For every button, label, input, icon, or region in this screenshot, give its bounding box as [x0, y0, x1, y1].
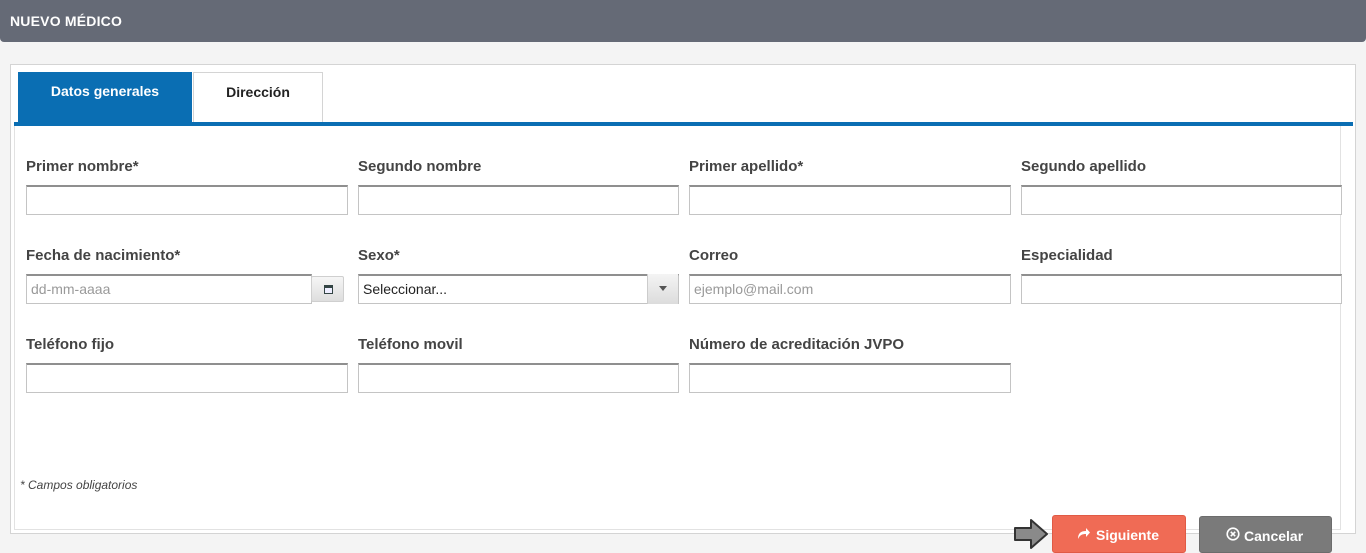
primer-nombre-label: Primer nombre* — [26, 158, 139, 175]
sexo-dropdown-toggle[interactable] — [647, 274, 678, 304]
especialidad-label: Especialidad — [1021, 247, 1113, 264]
page-title: NUEVO MÉDICO — [10, 13, 123, 29]
telefono-fijo-input[interactable] — [26, 363, 348, 393]
fecha-nacimiento-label: Fecha de nacimiento* — [26, 247, 181, 264]
correo-placeholder: ejemplo@mail.com — [694, 281, 814, 297]
calendar-button[interactable] — [311, 276, 344, 302]
chevron-down-icon — [659, 286, 667, 291]
calendar-icon — [324, 285, 333, 294]
telefono-movil-label: Teléfono movil — [358, 336, 463, 353]
primer-apellido-input[interactable] — [689, 185, 1011, 215]
fecha-nacimiento-input[interactable]: dd-mm-aaaa — [26, 274, 312, 304]
required-fields-note: * Campos obligatorios — [20, 478, 138, 492]
acreditacion-label: Número de acreditación JVPO — [689, 336, 905, 353]
telefono-fijo-label: Teléfono fijo — [26, 336, 115, 353]
segundo-apellido-label: Segundo apellido — [1021, 158, 1147, 175]
telefono-movil-input[interactable] — [358, 363, 679, 393]
page-header: NUEVO MÉDICO — [0, 0, 1366, 42]
tab-datos-generales[interactable]: Datos generales — [18, 72, 192, 123]
share-arrow-icon — [1078, 528, 1090, 539]
right-arrow-pointer-icon — [1014, 519, 1048, 549]
circle-x-icon — [1226, 527, 1240, 541]
fecha-nacimiento-placeholder: dd-mm-aaaa — [31, 281, 111, 297]
segundo-nombre-label: Segundo nombre — [358, 158, 482, 175]
segundo-apellido-input[interactable] — [1021, 185, 1342, 215]
especialidad-input[interactable] — [1021, 274, 1342, 304]
tab-direccion[interactable]: Dirección — [193, 72, 323, 123]
correo-input[interactable]: ejemplo@mail.com — [689, 274, 1011, 304]
sexo-select[interactable]: Seleccionar... — [358, 274, 679, 304]
segundo-nombre-input[interactable] — [358, 185, 679, 215]
primer-apellido-label: Primer apellido* — [689, 158, 804, 175]
sexo-label: Sexo* — [358, 247, 400, 264]
cancelar-button[interactable]: Cancelar — [1199, 516, 1332, 553]
siguiente-button[interactable]: Siguiente — [1052, 515, 1186, 553]
cancelar-label: Cancelar — [1244, 528, 1304, 544]
form-panel: Datos generales Dirección Primer nombre*… — [10, 64, 1356, 553]
sexo-selected-value: Seleccionar... — [363, 281, 448, 297]
correo-label: Correo — [689, 247, 739, 264]
primer-nombre-input[interactable] — [26, 185, 348, 215]
acreditacion-input[interactable] — [689, 363, 1011, 393]
form-area: Primer nombre* Segundo nombre Primer ape… — [14, 126, 1342, 553]
